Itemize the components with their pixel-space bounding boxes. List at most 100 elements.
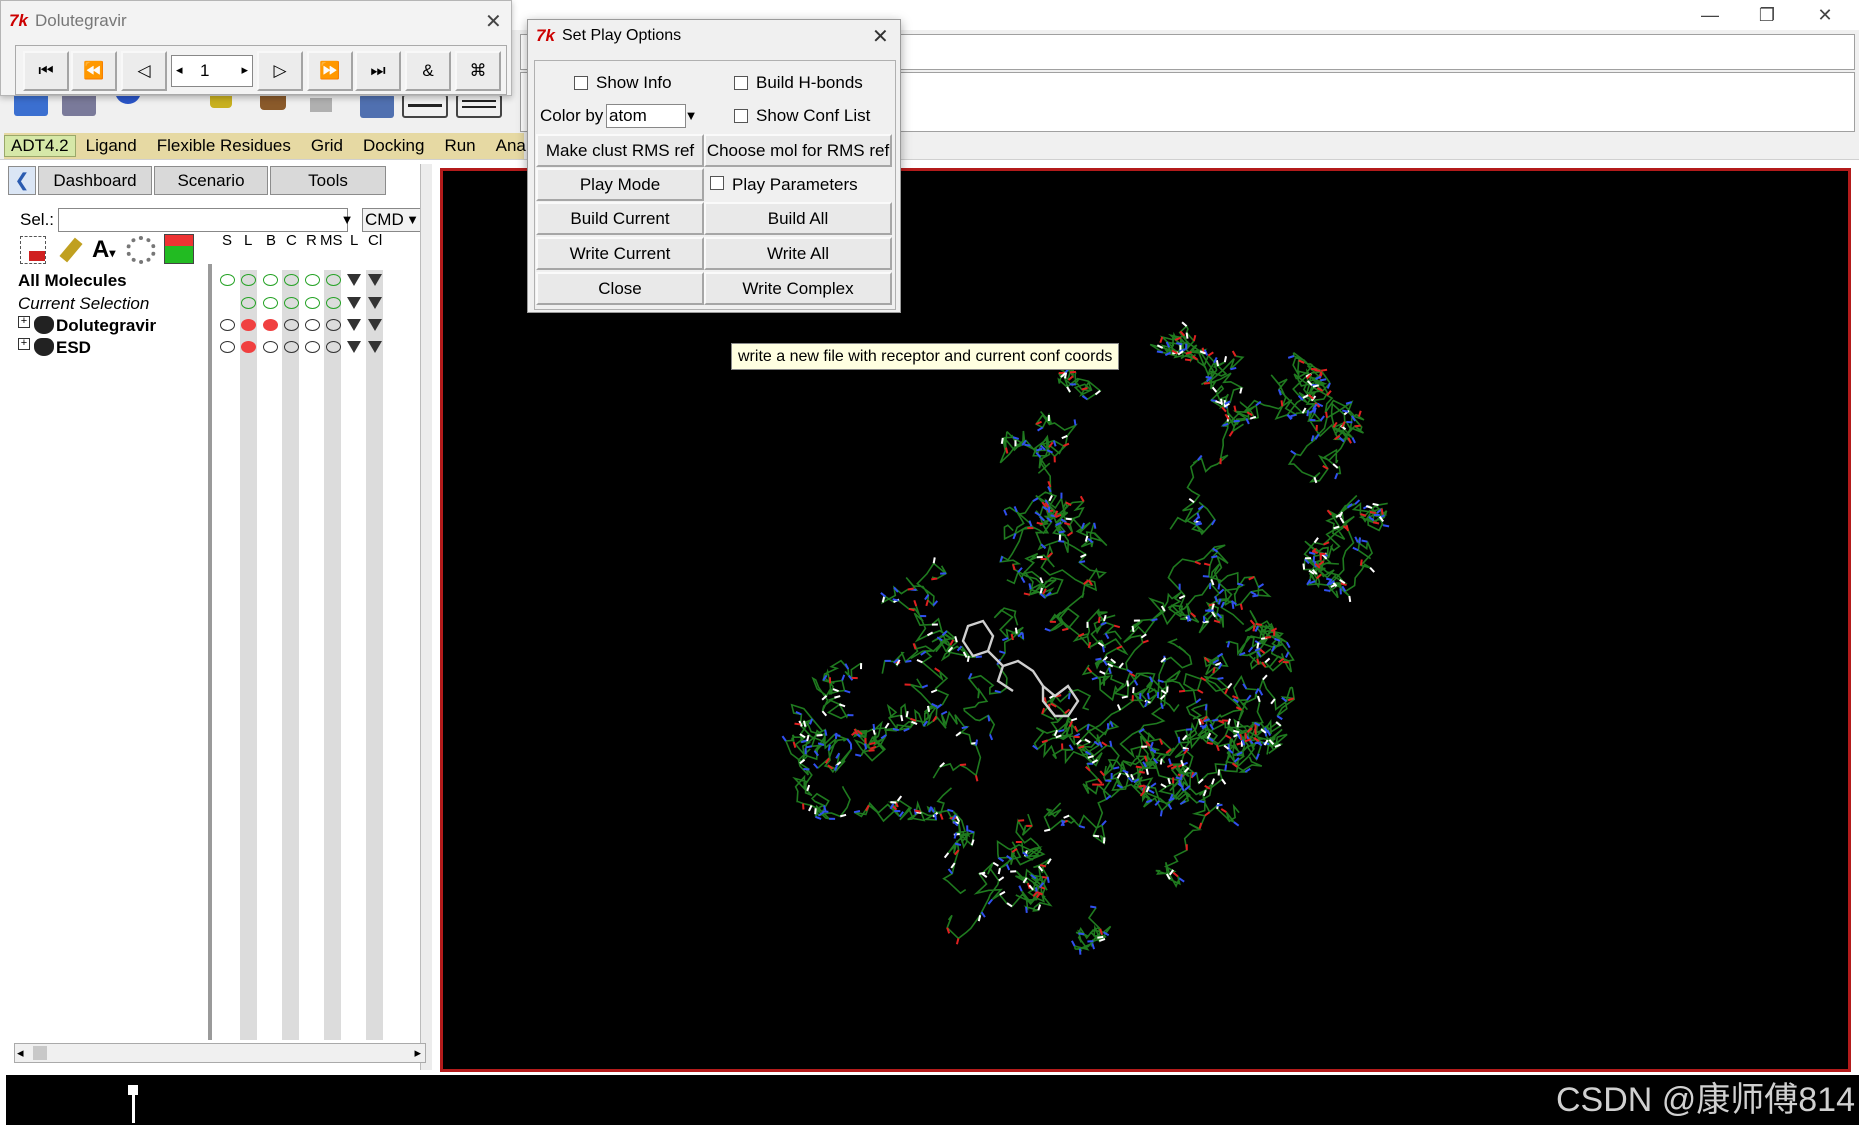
rewind-button[interactable]: ⏪ [71, 51, 117, 91]
label-tool-icon[interactable]: A▾ [92, 236, 118, 264]
cpk-toggle[interactable] [284, 341, 299, 353]
label-menu-icon[interactable] [347, 274, 361, 286]
step-back-button[interactable]: ◁ [121, 51, 167, 91]
menu-docking[interactable]: Docking [353, 136, 434, 156]
color-menu-icon[interactable] [368, 341, 382, 353]
show-toggle[interactable] [220, 319, 235, 331]
ball-toggle[interactable] [263, 297, 278, 309]
scroll-thumb[interactable] [33, 1046, 47, 1060]
fast-forward-button[interactable]: ⏩ [307, 51, 353, 91]
make-clust-rms-ref-button[interactable]: Make clust RMS ref [536, 134, 704, 167]
tree-row-dolutegravir[interactable]: Dolutegravir [56, 316, 156, 336]
expand-icon[interactable]: + [18, 316, 30, 328]
chevron-down-icon[interactable]: ▼ [338, 208, 356, 232]
write-complex-button[interactable]: Write Complex [704, 272, 892, 305]
ball-toggle[interactable] [263, 319, 278, 331]
print-icon[interactable] [310, 98, 332, 112]
line-style-icon[interactable] [402, 94, 448, 118]
show-toggle[interactable] [220, 341, 235, 353]
line-toggle[interactable] [241, 274, 256, 286]
tab-tools[interactable]: Tools [270, 166, 386, 195]
color-menu-icon[interactable] [368, 297, 382, 309]
ms-toggle[interactable] [326, 319, 341, 331]
ribbon-toggle[interactable] [305, 341, 320, 353]
ms-toggle[interactable] [326, 341, 341, 353]
close-button[interactable]: Close [536, 272, 704, 305]
minimize-icon[interactable]: — [1685, 2, 1735, 28]
pencil-icon[interactable] [56, 234, 84, 264]
color-bars-icon[interactable] [164, 234, 194, 264]
label-menu-icon[interactable] [347, 341, 361, 353]
cpk-toggle[interactable] [284, 297, 299, 309]
ribbon-toggle[interactable] [305, 297, 320, 309]
ball-toggle[interactable] [263, 274, 278, 286]
ms-toggle[interactable] [326, 274, 341, 286]
ball-toggle[interactable] [263, 341, 278, 353]
gear-icon[interactable] [126, 236, 156, 264]
settings-button[interactable]: ⌘ [455, 51, 501, 91]
tab-scenario[interactable]: Scenario [154, 166, 268, 195]
expand-icon[interactable]: + [18, 338, 30, 350]
line-toggle[interactable] [241, 297, 256, 309]
atom-bond [977, 915, 982, 922]
play-button[interactable]: ▷ [257, 51, 303, 91]
ribbon-toggle[interactable] [305, 274, 320, 286]
scroll-left-icon[interactable]: ◂ [17, 1045, 24, 1061]
show-conf-list-checkbox[interactable] [734, 109, 748, 123]
build-all-button[interactable]: Build All [704, 202, 892, 235]
display-icon[interactable] [360, 94, 394, 118]
tree-row-all-molecules[interactable]: All Molecules [18, 271, 127, 291]
choose-mol-rms-ref-button[interactable]: Choose mol for RMS ref [704, 134, 892, 167]
restore-icon[interactable]: ❐ [1742, 2, 1792, 28]
lines-style-icon[interactable] [456, 94, 502, 118]
menu-adt42[interactable]: ADT4.2 [4, 135, 76, 157]
close-icon[interactable]: ✕ [485, 9, 502, 34]
atom-bond [1357, 410, 1362, 417]
label-menu-icon[interactable] [347, 297, 361, 309]
color-menu-icon[interactable] [368, 274, 382, 286]
build-hbonds-checkbox[interactable] [734, 76, 748, 90]
menu-ligand[interactable]: Ligand [76, 136, 147, 156]
build-current-button[interactable]: Build Current [536, 202, 704, 235]
play-mode-button[interactable]: & [405, 51, 451, 91]
menu-run[interactable]: Run [434, 136, 485, 156]
write-all-button[interactable]: Write All [704, 237, 892, 270]
write-current-button[interactable]: Write Current [536, 237, 704, 270]
frame-counter[interactable]: ◂ 1 ▸ [171, 55, 253, 87]
next-frame-icon[interactable]: ▸ [241, 62, 248, 78]
last-frame-button[interactable]: ⏭ [355, 51, 401, 91]
slider-handle[interactable] [128, 1085, 138, 1095]
show-info-checkbox[interactable] [574, 76, 588, 90]
show-toggle[interactable] [220, 274, 235, 286]
play-mode-button[interactable]: Play Mode [536, 168, 704, 201]
line-toggle[interactable] [241, 319, 256, 331]
cpk-toggle[interactable] [284, 274, 299, 286]
atom-bond [1058, 729, 1065, 733]
tree-row-esd[interactable]: ESD [56, 338, 91, 358]
prev-frame-icon[interactable]: ◂ [176, 62, 183, 78]
first-frame-button[interactable]: ⏮ [23, 51, 69, 91]
cpk-toggle[interactable] [284, 319, 299, 331]
cmd-select[interactable]: CMD ▼ [362, 208, 424, 232]
ribbon-toggle[interactable] [305, 319, 320, 331]
color-menu-icon[interactable] [368, 319, 382, 331]
selection-input[interactable] [58, 208, 348, 232]
atom-bond [1006, 855, 1013, 861]
ms-toggle[interactable] [326, 297, 341, 309]
tree-row-current-selection[interactable]: Current Selection [18, 294, 149, 314]
menu-grid[interactable]: Grid [301, 136, 353, 156]
play-parameters-checkbox[interactable] [710, 176, 724, 190]
chevron-down-icon[interactable]: ▼ [680, 104, 702, 128]
color-by-select[interactable]: atom [606, 104, 686, 128]
atom-bond [1063, 814, 1070, 819]
collapse-panel-icon[interactable]: ❮ [8, 166, 36, 195]
menu-flexible-residues[interactable]: Flexible Residues [147, 136, 301, 156]
horizontal-scrollbar[interactable]: ◂ ▸ [14, 1043, 426, 1063]
line-toggle[interactable] [241, 341, 256, 353]
tab-dashboard[interactable]: Dashboard [38, 166, 152, 195]
scroll-right-icon[interactable]: ▸ [414, 1045, 421, 1061]
close-icon[interactable]: ✕ [872, 24, 889, 49]
close-window-icon[interactable]: ✕ [1800, 2, 1850, 28]
select-tool-icon[interactable] [20, 236, 46, 264]
label-menu-icon[interactable] [347, 319, 361, 331]
